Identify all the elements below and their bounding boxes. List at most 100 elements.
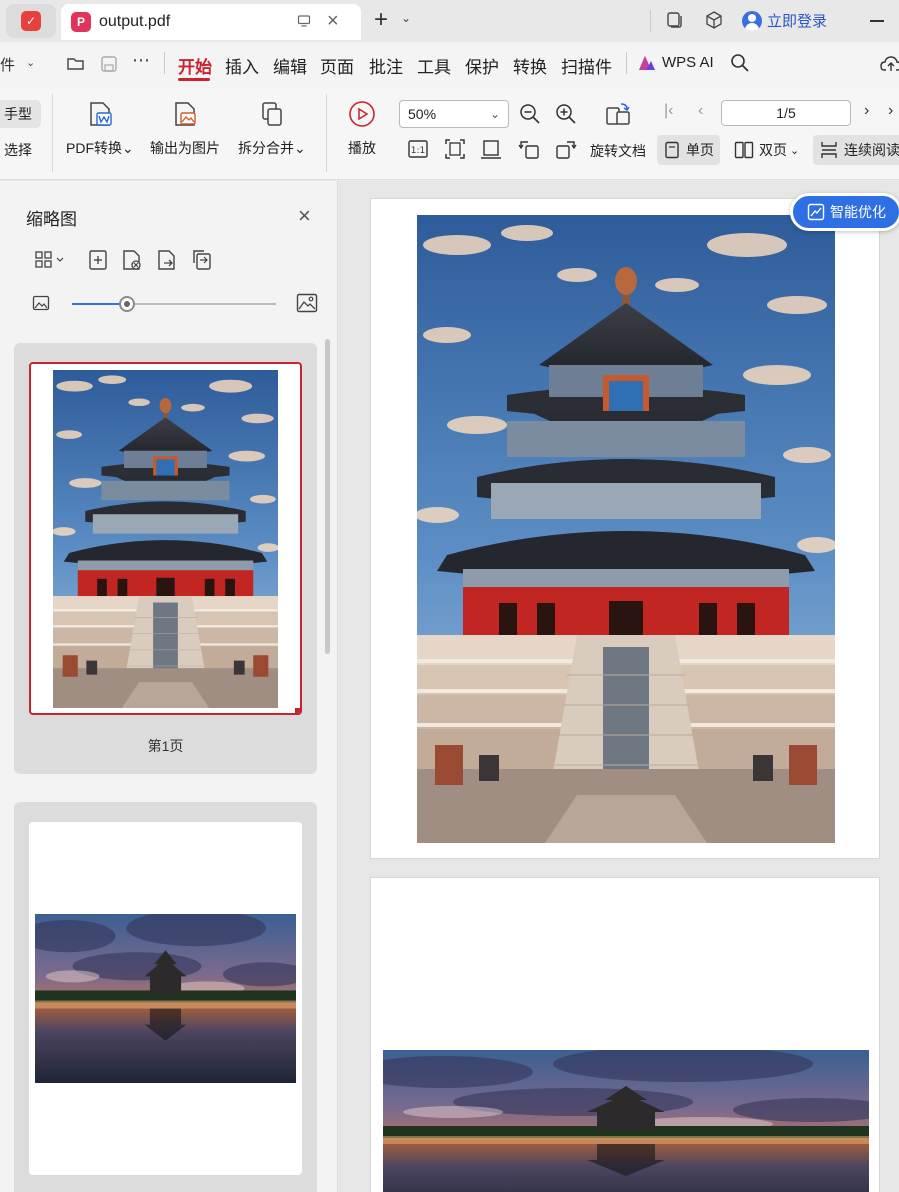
search-icon[interactable] (730, 53, 750, 73)
window-restore-icon[interactable] (664, 10, 684, 30)
continuous-read-button[interactable]: 连续阅读 (813, 135, 899, 165)
thumbnail-page-1[interactable]: 第1页 (14, 343, 317, 774)
app-menu-button[interactable]: ✓ (6, 4, 56, 38)
divider (52, 94, 53, 172)
replace-page-icon[interactable] (191, 249, 213, 271)
last-page-icon[interactable]: › (888, 102, 893, 120)
open-folder-icon[interactable] (66, 54, 86, 74)
cube-icon[interactable] (704, 10, 724, 30)
temple-of-heaven-image (417, 215, 835, 843)
palace-thumbnail-image (35, 914, 296, 1083)
login-label: 立即登录 (767, 13, 828, 30)
divider (326, 94, 327, 172)
zoom-select[interactable]: 50% ⌄ (399, 100, 509, 128)
pdf-to-word-icon (86, 100, 114, 128)
hand-tool-button[interactable]: 手型 (0, 100, 41, 128)
cloud-upload-icon[interactable] (880, 54, 899, 74)
document-page-2 (370, 877, 880, 1192)
login-button[interactable]: 立即登录 (742, 10, 827, 31)
fit-width-icon[interactable] (480, 138, 502, 160)
single-page-button[interactable]: 单页 (657, 135, 720, 165)
play-icon (348, 100, 376, 128)
small-image-icon (32, 295, 50, 311)
tab-title: output.pdf (99, 13, 171, 30)
play-button[interactable]: 播放 (348, 100, 376, 158)
export-image-icon (171, 100, 199, 128)
actual-size-icon[interactable]: 1:1 (407, 138, 429, 160)
zoom-in-icon[interactable] (555, 103, 577, 125)
pdf-convert-button[interactable]: PDF转换⌄ (66, 100, 134, 158)
wps-ai-icon (638, 55, 656, 71)
zoom-out-icon[interactable] (519, 103, 541, 125)
pdf-file-icon: P (71, 12, 91, 32)
rotate-document-label[interactable]: 旋转文档 (590, 141, 646, 161)
page-indicator: 1/5 (776, 105, 796, 121)
menu-item-tools[interactable]: 工具 (417, 53, 451, 78)
close-tab-icon[interactable]: × (327, 10, 339, 33)
menu-item-edit[interactable]: 编辑 (273, 53, 307, 78)
forbidden-city-image (383, 1050, 869, 1192)
split-merge-label: 拆分合并⌄ (238, 140, 306, 156)
previous-page-icon[interactable]: ‹ (698, 102, 703, 120)
continuous-read-label: 连续阅读 (844, 142, 899, 158)
hand-tool-label: 手型 (4, 106, 32, 122)
smart-optimize-button[interactable]: 智能优化 (790, 193, 899, 231)
large-image-icon (296, 293, 318, 313)
close-icon[interactable]: × (298, 203, 311, 229)
select-tool-button[interactable]: 选择 (4, 140, 32, 160)
rotate-document-icon[interactable] (604, 100, 632, 128)
user-avatar-icon (742, 10, 762, 31)
divider (650, 10, 651, 32)
double-page-label: 双页 (759, 142, 787, 158)
scrollbar[interactable] (325, 339, 330, 654)
new-tab-icon[interactable]: + (374, 6, 388, 34)
active-tab-indicator (178, 78, 210, 81)
menu-bar: 件 ⌄ ⋯ 开始 插入 编辑 页面 批注 工具 保护 转换 扫描件 WPS AI (0, 42, 899, 88)
thumbnail-page-frame[interactable] (29, 362, 302, 715)
next-page-icon[interactable]: › (864, 102, 869, 120)
export-image-button[interactable]: 输出为图片 (150, 100, 220, 158)
delete-page-icon[interactable] (121, 249, 143, 271)
thumbnail-page-2[interactable] (14, 802, 317, 1192)
wps-ai-button[interactable]: WPS AI (638, 54, 714, 71)
temple-thumbnail-image (53, 370, 278, 708)
continuous-read-icon (819, 141, 839, 159)
rotate-right-icon[interactable] (555, 138, 577, 160)
extract-page-icon[interactable] (156, 249, 178, 271)
monitor-icon[interactable] (297, 14, 311, 28)
save-icon[interactable] (99, 54, 119, 74)
minimize-icon[interactable] (870, 20, 884, 22)
menu-item-start[interactable]: 开始 (178, 53, 212, 78)
double-page-button[interactable]: 双页 ⌄ (728, 135, 805, 165)
chevron-down-icon: ⌄ (790, 144, 800, 157)
fit-page-icon[interactable] (444, 138, 466, 160)
single-page-icon (663, 141, 681, 159)
ribbon-toolbar: 手型 选择 PDF转换⌄ 输出为图片 拆分合并⌄ 播放 50% ⌄ 旋转文档 1… (0, 88, 899, 180)
menu-item-annotate[interactable]: 批注 (369, 53, 403, 78)
menu-item-insert[interactable]: 插入 (225, 53, 259, 78)
panel-title: 缩略图 (26, 210, 77, 229)
document-tab[interactable]: P output.pdf × (61, 4, 361, 40)
menu-file[interactable]: 件 (0, 54, 15, 75)
chevron-down-icon[interactable]: ⌄ (26, 56, 35, 69)
play-label: 播放 (348, 140, 376, 156)
wps-logo-icon: ✓ (21, 11, 41, 31)
menu-item-convert[interactable]: 转换 (513, 53, 547, 78)
menu-item-page[interactable]: 页面 (320, 53, 354, 78)
first-page-icon[interactable]: |‹ (664, 102, 673, 120)
more-icon[interactable]: ⋯ (132, 50, 150, 71)
insert-page-icon[interactable] (87, 249, 109, 271)
split-merge-button[interactable]: 拆分合并⌄ (238, 100, 306, 158)
thumbnail-size-slider[interactable] (72, 296, 276, 312)
grid-view-icon[interactable] (34, 249, 66, 271)
rotate-left-icon[interactable] (518, 138, 540, 160)
chevron-down-icon[interactable]: ⌄ (401, 11, 411, 25)
slider-handle[interactable] (119, 296, 135, 312)
title-bar: ✓ P output.pdf × + ⌄ 立即登录 (0, 0, 899, 42)
menu-item-scan[interactable]: 扫描件 (561, 53, 612, 78)
divider (164, 52, 165, 74)
document-view[interactable] (339, 181, 899, 1192)
thumbnail-page-frame[interactable] (29, 822, 302, 1175)
menu-item-protect[interactable]: 保护 (465, 53, 499, 78)
page-number-input[interactable]: 1/5 (721, 100, 851, 126)
